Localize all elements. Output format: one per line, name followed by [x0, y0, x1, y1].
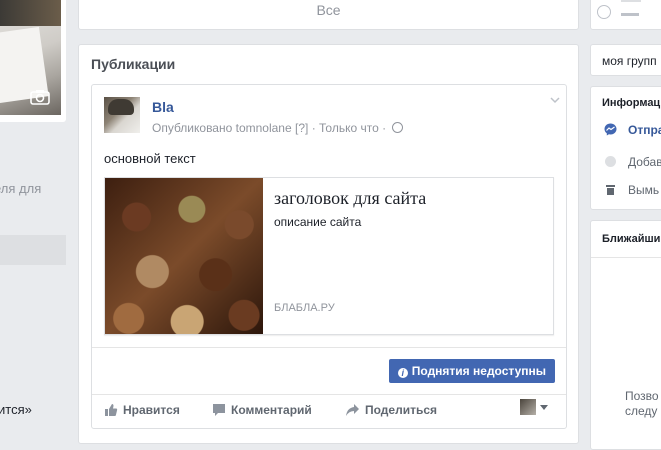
info-card: Информац Отпра Добав Вымь: [590, 86, 661, 210]
link-preview-title[interactable]: заголовок для сайта: [274, 188, 426, 209]
share-button[interactable]: Поделиться: [345, 403, 437, 417]
publications-title: Публикации: [91, 56, 176, 72]
group-name-card: моя групп: [590, 44, 661, 76]
profile-photo[interactable]: [0, 0, 61, 115]
divider: [92, 347, 566, 348]
tab-all[interactable]: Все: [79, 2, 578, 18]
add-link[interactable]: Добав: [604, 155, 661, 169]
link-preview[interactable]: заголовок для сайта описание сайта БЛАБЛ…: [104, 177, 554, 335]
right-top-card: [590, 0, 661, 30]
nearby-heading: Ближайши: [602, 233, 661, 245]
meta-separator: ·: [382, 121, 387, 135]
info-item-label: Отпра: [628, 123, 661, 137]
post-timestamp[interactable]: Только что: [319, 121, 379, 135]
nearby-text: Позво следу: [625, 389, 659, 419]
remove-link[interactable]: Вымь: [604, 183, 659, 197]
group-name[interactable]: моя групп: [602, 54, 657, 68]
nearby-text-line: следу: [625, 404, 658, 418]
trash-icon: [606, 185, 615, 195]
placeholder-line: [621, 13, 639, 16]
post: Bla Опубликовано tomnolane [?] · Только …: [91, 84, 567, 429]
profile-photo-card: [0, 0, 66, 122]
comment-label: Комментарий: [231, 403, 312, 417]
link-preview-description: описание сайта: [274, 215, 362, 229]
camera-icon[interactable]: [30, 89, 50, 105]
meta-separator: ·: [311, 121, 316, 135]
sidebar-highlight-item[interactable]: [0, 235, 66, 265]
post-avatar[interactable]: [104, 97, 140, 133]
post-meta: Опубликовано tomnolane [?] · Только что …: [152, 121, 404, 135]
publications-card: Публикации Bla Опубликовано tomnolane [?…: [78, 44, 579, 444]
thumbs-up-icon: [105, 404, 118, 416]
link-preview-domain: БЛАБЛА.РУ: [274, 302, 335, 314]
actor-avatar: [520, 399, 536, 415]
filter-tab-card: Все: [78, 0, 579, 30]
info-item-label: Вымь: [628, 183, 660, 197]
actor-selector[interactable]: [520, 399, 554, 419]
link-preview-image[interactable]: [105, 178, 263, 334]
nearby-card: Ближайши Позво следу: [590, 220, 661, 450]
send-message-link[interactable]: Отпра: [604, 123, 661, 137]
share-label: Поделиться: [365, 403, 438, 417]
info-icon: i: [397, 368, 408, 378]
radio-icon[interactable]: [597, 5, 611, 19]
sidebar-bottom-text[interactable]: ится»: [0, 402, 32, 417]
comment-icon: [213, 404, 225, 416]
like-button[interactable]: Нравится: [104, 403, 180, 417]
share-icon: [346, 404, 359, 416]
info-item-label: Добав: [628, 155, 661, 169]
post-text: основной текст: [104, 151, 196, 166]
comment-button[interactable]: Комментарий: [212, 403, 312, 417]
add-icon: [605, 156, 616, 167]
nearby-text-line: Позво: [625, 389, 659, 403]
chevron-down-icon[interactable]: [550, 95, 560, 105]
caret-down-icon: [540, 405, 548, 410]
globe-icon[interactable]: [392, 122, 404, 133]
info-heading: Информац: [602, 97, 661, 109]
messenger-icon: [604, 123, 617, 136]
boost-button-label: Поднятия недоступны: [411, 364, 546, 378]
boost-unavailable-button[interactable]: i Поднятия недоступны: [388, 359, 555, 383]
post-author[interactable]: Bla: [152, 99, 174, 115]
post-published-by[interactable]: Опубликовано tomnolane: [152, 121, 292, 135]
placeholder-line: [621, 0, 641, 2]
divider: [92, 394, 566, 395]
divider: [591, 257, 661, 258]
sidebar-text: еля для: [0, 181, 42, 196]
help-link[interactable]: [?]: [295, 121, 308, 135]
like-label: Нравится: [123, 403, 180, 417]
